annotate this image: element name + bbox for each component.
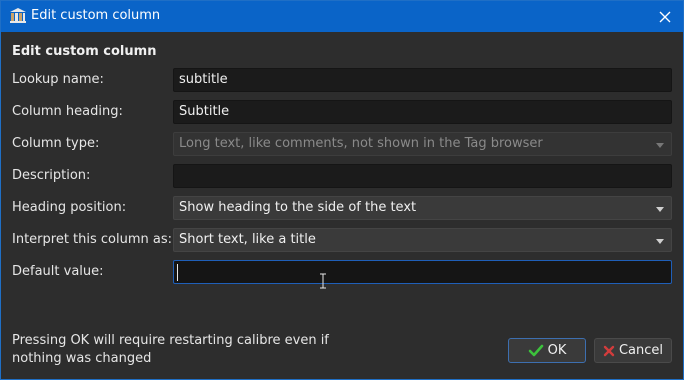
chevron-down-icon — [656, 239, 664, 244]
edit-custom-column-dialog: Edit custom column Edit custom column Lo… — [0, 0, 684, 380]
interpret-as-select[interactable]: Short text, like a title — [173, 228, 672, 252]
heading-position-select[interactable]: Show heading to the side of the text — [173, 196, 672, 220]
column-heading-input[interactable]: Subtitle — [173, 100, 672, 124]
text-cursor-icon — [320, 273, 326, 289]
close-icon — [659, 11, 671, 22]
column-type-value: Long text, like comments, not shown in t… — [179, 136, 543, 151]
column-heading-label: Column heading: — [12, 104, 123, 119]
title-bar[interactable]: Edit custom column — [1, 1, 683, 32]
chevron-down-icon — [656, 207, 664, 212]
window-title: Edit custom column — [31, 8, 161, 23]
column-type-select: Long text, like comments, not shown in t… — [173, 132, 672, 156]
interpret-as-label: Interpret this column as: — [12, 232, 173, 247]
x-icon — [603, 345, 615, 356]
cancel-label: Cancel — [618, 343, 664, 358]
default-value-input[interactable] — [173, 260, 672, 284]
chevron-down-icon — [656, 143, 664, 148]
close-button[interactable] — [647, 1, 683, 32]
description-label: Description: — [12, 168, 91, 183]
heading-position-label: Heading position: — [12, 200, 127, 215]
lookup-name-input[interactable]: subtitle — [173, 68, 672, 92]
cancel-button[interactable]: Cancel — [594, 338, 672, 363]
description-input[interactable] — [173, 164, 672, 188]
ok-label: OK — [547, 343, 567, 358]
column-type-label: Column type: — [12, 136, 100, 151]
checkmark-icon — [528, 344, 543, 356]
lookup-name-label: Lookup name: — [12, 72, 104, 87]
calibre-library-icon — [10, 8, 26, 23]
restart-note: Pressing OK will require restarting cali… — [12, 333, 329, 366]
ok-button[interactable]: OK — [508, 338, 586, 363]
default-value-label: Default value: — [12, 264, 104, 279]
heading-position-value: Show heading to the side of the text — [179, 200, 417, 215]
section-title: Edit custom column — [12, 44, 157, 59]
interpret-as-value: Short text, like a title — [179, 232, 316, 247]
text-caret — [177, 264, 178, 281]
